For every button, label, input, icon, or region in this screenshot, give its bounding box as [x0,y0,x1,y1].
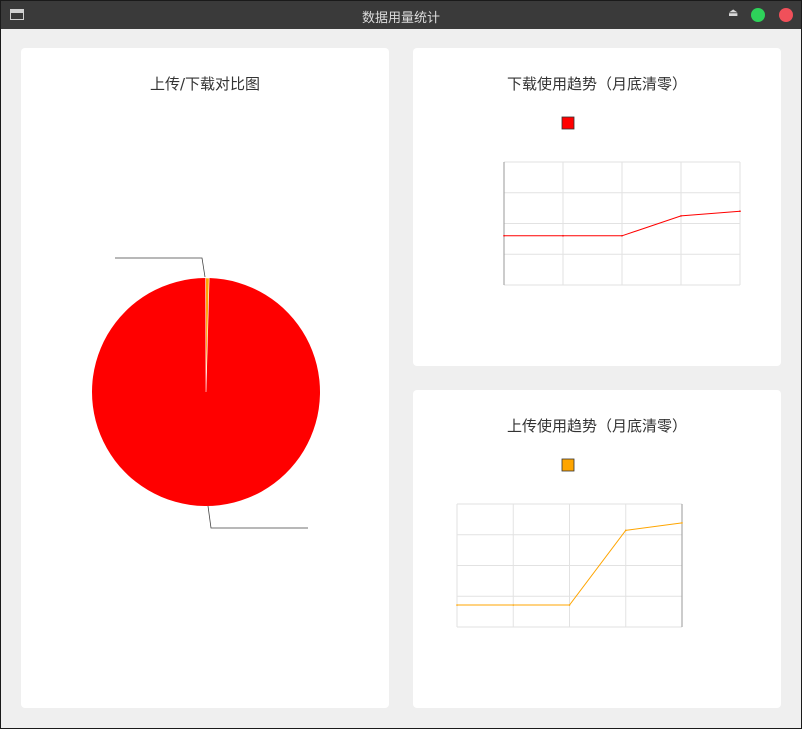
download-trend-card: 下载使用趋势（月底清零） [413,48,781,366]
series-point [562,235,564,237]
legend-swatch [561,458,575,472]
series-point [456,604,458,606]
legend-swatch [561,116,575,130]
window-title: 数据用量统计 [361,11,440,26]
series-point [568,604,571,606]
download-trend-chart [503,116,741,286]
series-point [681,522,683,524]
series-point [739,210,741,212]
series-point [503,235,505,237]
maximize-button[interactable] [751,8,765,22]
close-button[interactable] [779,8,793,22]
series-point [512,604,515,606]
eject-icon[interactable]: ⏏ [728,6,738,19]
app-window: 数据用量统计 ⏏ 上传/下载对比图 下载使用趋势（月底清零） 上传使用趋势（月底… [0,0,802,729]
pie-leader-download [207,505,308,529]
pie-chart [92,257,321,529]
series-point [621,235,623,237]
upload-trend-chart [456,458,683,628]
title-bar[interactable]: 数据用量统计 ⏏ [1,1,801,29]
upload-trend-card: 上传使用趋势（月底清零） [413,390,781,708]
series-point [624,529,627,532]
pie-leader-upload [115,257,206,278]
pie-chart-card: 上传/下载对比图 [21,48,389,708]
series-point [680,215,682,217]
